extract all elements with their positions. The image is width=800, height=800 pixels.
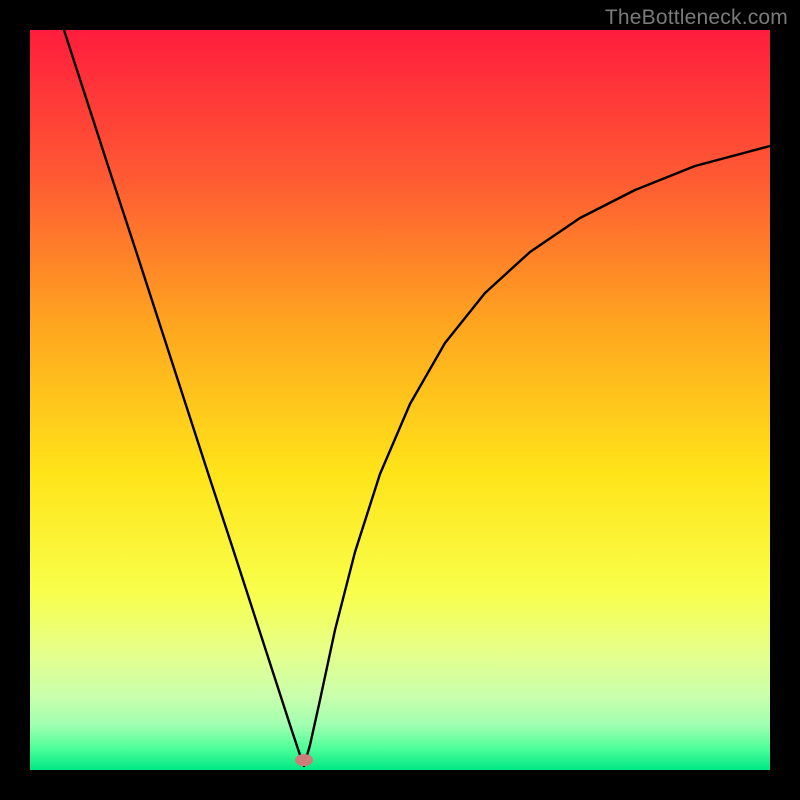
chart-svg: [30, 30, 770, 770]
gradient-background: [30, 30, 770, 770]
minimum-marker: [295, 754, 313, 766]
watermark-text: TheBottleneck.com: [605, 6, 788, 30]
plot-area: [30, 30, 770, 770]
outer-frame: TheBottleneck.com: [0, 0, 800, 800]
